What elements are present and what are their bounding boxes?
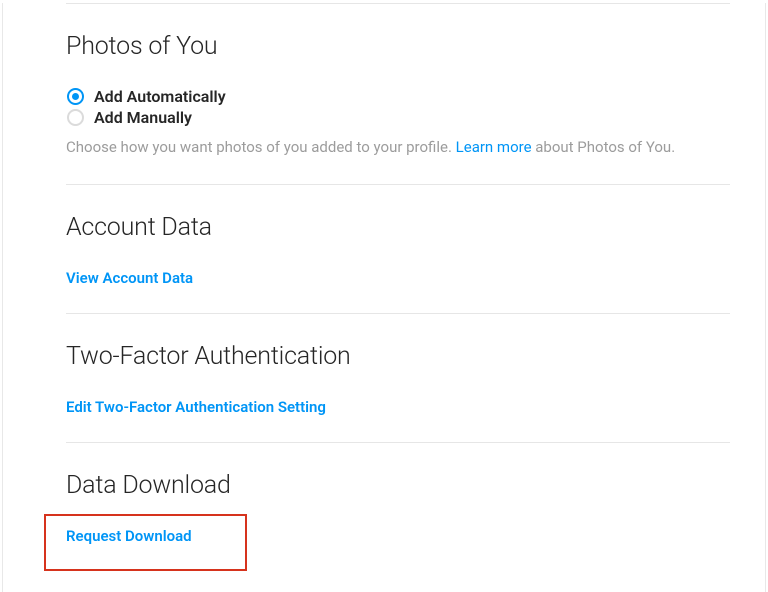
section-data-download: Data Download Request Download bbox=[66, 443, 730, 571]
helper-suffix: about Photos of You. bbox=[532, 138, 676, 156]
radio-label: Add Automatically bbox=[94, 87, 226, 106]
view-account-data-link[interactable]: View Account Data bbox=[66, 269, 193, 287]
radio-add-manually[interactable]: Add Manually bbox=[66, 108, 730, 127]
learn-more-link[interactable]: Learn more bbox=[456, 138, 532, 156]
radio-selected-icon bbox=[66, 88, 84, 106]
section-photos-of-you: Photos of You Add Automatically Add Manu… bbox=[66, 4, 730, 185]
section-title-data-download: Data Download bbox=[66, 471, 730, 500]
section-title-account-data: Account Data bbox=[66, 213, 730, 242]
radio-add-automatically[interactable]: Add Automatically bbox=[66, 87, 730, 106]
photos-of-you-radio-group: Add Automatically Add Manually bbox=[66, 87, 730, 127]
section-title-two-factor: Two-Factor Authentication bbox=[66, 342, 730, 371]
request-download-link[interactable]: Request Download bbox=[66, 527, 192, 545]
section-account-data: Account Data View Account Data bbox=[66, 185, 730, 314]
edit-two-factor-link[interactable]: Edit Two-Factor Authentication Setting bbox=[66, 398, 326, 416]
section-two-factor: Two-Factor Authentication Edit Two-Facto… bbox=[66, 314, 730, 443]
section-title-photos-of-you: Photos of You bbox=[66, 32, 730, 61]
helper-prefix: Choose how you want photos of you added … bbox=[66, 138, 456, 156]
radio-label: Add Manually bbox=[94, 108, 192, 127]
radio-unselected-icon bbox=[66, 109, 84, 127]
photos-of-you-helper-text: Choose how you want photos of you added … bbox=[66, 137, 730, 158]
